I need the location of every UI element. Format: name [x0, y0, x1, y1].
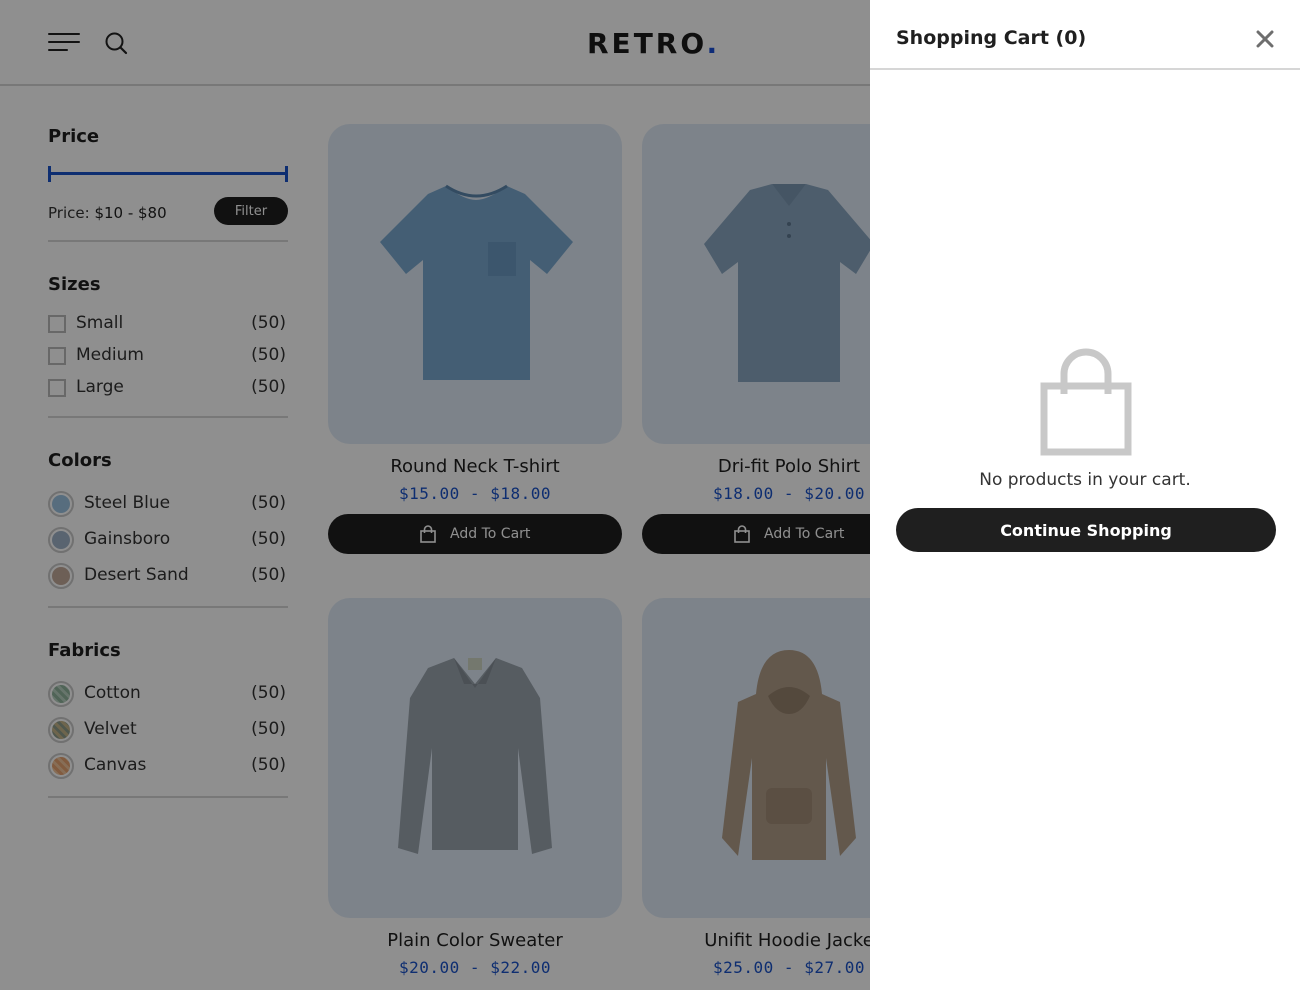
empty-cart-message: No products in your cart. [979, 470, 1191, 490]
cart-title: Shopping Cart (0) [896, 27, 1087, 49]
cart-backdrop-overlay[interactable] [0, 0, 870, 990]
close-icon[interactable] [1254, 28, 1276, 50]
cart-header: Shopping Cart (0) [870, 0, 1300, 70]
shopping-cart-drawer: Shopping Cart (0) No products in your ca… [870, 0, 1300, 990]
continue-shopping-button[interactable]: Continue Shopping [896, 508, 1276, 552]
empty-bag-icon [1040, 348, 1132, 456]
